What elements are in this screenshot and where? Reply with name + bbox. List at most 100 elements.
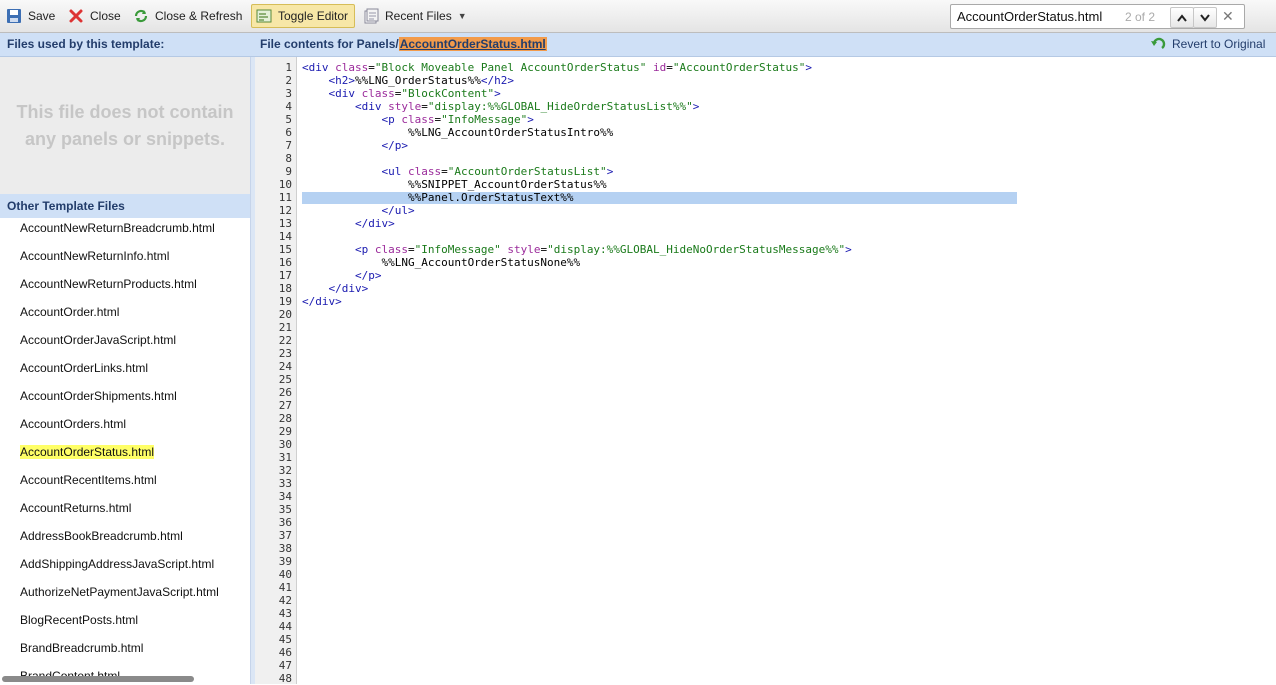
header-bar: Files used by this template: File conten… [0,33,1276,57]
code-line: </ul> [381,204,415,217]
code-line: </p> [381,139,408,152]
file-list-item[interactable]: AddShippingAddressJavaScript.html [20,557,214,571]
revert-button[interactable]: Revert to Original [1150,37,1265,51]
toggle-editor-label: Toggle Editor [278,9,349,23]
search-next-button[interactable] [1193,7,1217,28]
line-number: 32 [278,464,292,477]
line-number: 46 [278,646,292,659]
line-number: 14 [278,230,292,243]
empty-message-line1: This file does not contain [16,102,234,122]
line-number: 27 [278,399,292,412]
chevron-up-icon [1177,13,1187,22]
line-number: 23 [278,347,292,360]
code-line: </div> [302,295,342,308]
file-list-item[interactable]: BlogRecentPosts.html [20,613,138,627]
used-files-area: This file does not contain any panels or… [0,57,250,194]
line-number: 21 [278,321,292,334]
file-contents-title: File contents for Panels/AccountOrderSta… [260,37,547,51]
line-number: 34 [278,490,292,503]
file-list-item[interactable]: AccountOrderStatus.html [20,445,155,459]
toggle-editor-button[interactable]: Toggle Editor [251,4,356,28]
search-close-icon[interactable]: ✕ [1222,8,1234,25]
line-number: 42 [278,594,292,607]
save-button[interactable]: Save [6,5,55,27]
line-number: 28 [278,412,292,425]
line-number: 35 [278,503,292,516]
line-number: 40 [278,568,292,581]
file-list-item[interactable]: AccountOrder.html [20,305,119,319]
file-list-item[interactable]: AccountReturns.html [20,501,131,515]
line-number: 11 [278,191,292,204]
search-value: AccountOrderStatus.html [957,9,1103,24]
line-number: 16 [278,256,292,269]
search-prev-button[interactable] [1170,7,1194,28]
recent-files-label: Recent Files [385,9,452,23]
close-label: Close [90,9,121,23]
files-used-title: Files used by this template: [7,37,165,51]
file-list-item[interactable]: AccountNewReturnProducts.html [20,277,197,291]
chevron-down-icon [1200,13,1210,22]
code-line: <h2>%%LNG_OrderStatus%%</h2> [328,74,514,87]
recent-files-button[interactable]: Recent Files ▼ [363,5,467,27]
refresh-icon [133,8,149,24]
line-number: 6 [285,126,292,139]
code-line: %%Panel.OrderStatusText%% [302,191,574,204]
line-number: 5 [285,113,292,126]
file-list-item[interactable]: AccountOrderJavaScript.html [20,333,176,347]
code-line: <p class="InfoMessage"> [381,113,534,126]
line-number: 44 [278,620,292,633]
line-number: 31 [278,451,292,464]
line-number: 36 [278,516,292,529]
line-number: 43 [278,607,292,620]
search-input[interactable]: AccountOrderStatus.html 2 of 2 [950,4,1245,29]
code-line: <ul class="AccountOrderStatusList"> [381,165,614,178]
file-list-item[interactable]: AccountNewReturnBreadcrumb.html [20,221,215,235]
toggle-editor-icon [256,8,272,24]
line-number: 38 [278,542,292,555]
line-number: 13 [278,217,292,230]
code-line: <div style="display:%%GLOBAL_HideOrderSt… [354,100,700,113]
file-list-item[interactable]: AccountOrderLinks.html [20,361,148,375]
code-line: </div> [328,282,369,295]
empty-message-line2: any panels or snippets. [24,129,226,149]
revert-icon [1151,37,1166,49]
revert-label: Revert to Original [1172,37,1266,51]
line-number: 41 [278,581,292,594]
line-number: 47 [278,659,292,672]
code-line: <p class="InfoMessage" style="display:%%… [354,243,852,256]
line-number: 4 [285,100,292,113]
code-line: %%LNG_AccountOrderStatusNone%% [302,256,581,269]
line-number: 48 [278,672,292,685]
line-number: 26 [278,386,292,399]
file-list-item[interactable]: AccountOrders.html [20,417,126,431]
file-list-item[interactable]: AccountRecentItems.html [20,473,157,487]
current-file-name: AccountOrderStatus.html [398,37,547,51]
save-icon [6,8,22,24]
left-panel: This file does not contain any panels or… [0,57,250,684]
line-number: 15 [278,243,292,256]
line-number: 12 [278,204,292,217]
file-list-item[interactable]: AccountNewReturnInfo.html [20,249,169,263]
line-number: 10 [278,178,292,191]
line-number: 30 [278,438,292,451]
code-line: <div class="Block Moveable Panel Account… [302,61,812,74]
line-number: 1 [285,61,292,74]
file-list-item[interactable]: AddressBookBreadcrumb.html [20,529,183,543]
horizontal-scrollbar[interactable] [2,676,194,682]
other-files-header: Other Template Files [0,194,250,218]
save-label: Save [28,9,56,23]
file-list-item[interactable]: AccountOrderShipments.html [20,389,177,403]
search-count: 2 of 2 [1125,10,1156,24]
line-number: 9 [285,165,292,178]
close-button[interactable]: Close [68,5,121,27]
close-refresh-button[interactable]: Close & Refresh [133,5,242,27]
empty-message: This file does not contain any panels or… [0,99,250,153]
line-number: 45 [278,633,292,646]
line-number: 3 [285,87,292,100]
file-list-item[interactable]: BrandBreadcrumb.html [20,641,143,655]
line-number: 39 [278,555,292,568]
code-editor[interactable]: <div class="Block Moveable Panel Account… [302,57,1276,684]
file-list-item[interactable]: AuthorizeNetPaymentJavaScript.html [20,585,219,599]
file-path-prefix: File contents for Panels/ [260,37,399,51]
line-number: 22 [278,334,292,347]
